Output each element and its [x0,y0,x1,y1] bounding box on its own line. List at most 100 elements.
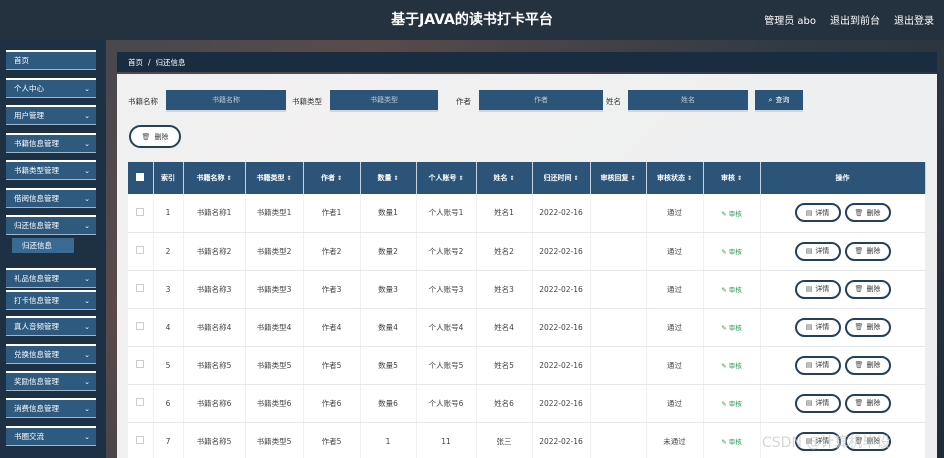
sidebar-item[interactable]: 真人音频管理 ⌄ [6,316,96,336]
sort-icon[interactable]: ⇕ [630,175,635,182]
header-return-time-label: 归还时间 [543,174,572,182]
sidebar-item[interactable]: 首页 [6,50,96,70]
header-return-time[interactable]: 归还时间 ⇕ [532,162,591,194]
table-row: 2 书籍名称2 书籍类型2 作者2 数量2 个人账号2 姓名2 2022-02-16 通过 ✎ 审… [128,232,926,271]
audit-link[interactable]: ✎ 审核 [721,286,742,294]
detail-button[interactable]: ▤ 详情 [794,355,841,375]
cell-author: 作者4 [303,308,361,347]
cell-audit: ✎ 审核 [703,384,761,423]
delete-button[interactable]: 🗑 删除 [844,393,891,413]
row-select-cell[interactable] [128,194,154,233]
sort-icon[interactable]: ⇕ [286,175,291,182]
name-input[interactable]: 姓名 [628,90,748,112]
header-quantity[interactable]: 数量 ⇕ [360,162,417,194]
sort-icon[interactable]: ⇕ [509,175,514,182]
row-select-cell[interactable] [128,232,154,271]
sidebar-item[interactable]: 书圈交流 ⌄ [6,426,96,446]
sort-icon[interactable]: ⇕ [737,175,742,182]
sort-icon[interactable]: ⇕ [393,175,398,182]
row-select-cell[interactable] [128,346,154,385]
breadcrumb-home[interactable]: 首页 [128,57,143,68]
sidebar-item[interactable]: 礼品信息管理 ⌄ [6,268,96,288]
cell-author: 作者5 [303,422,361,458]
sidebar-item[interactable]: 兑换信息管理 ⌄ [6,344,96,364]
current-user[interactable]: 管理员 abo [764,12,816,27]
sidebar-item[interactable]: 消费信息管理 ⌄ [6,398,96,418]
detail-button[interactable]: ▤ 详情 [794,317,841,337]
audit-link[interactable]: ✎ 审核 [721,400,742,408]
detail-button[interactable]: ▤ 详情 [794,241,841,261]
query-button[interactable]: ⌕ 查询 [755,90,803,112]
sort-icon[interactable]: ⇕ [573,175,578,182]
sort-icon[interactable]: ⇕ [226,175,231,182]
audit-link[interactable]: ✎ 审核 [721,438,742,446]
sidebar-item[interactable]: 奖励信息管理 ⌄ [6,371,96,391]
audit-link[interactable]: ✎ 审核 [721,362,742,370]
sidebar-item[interactable]: 用户管理 ⌄ [6,105,96,125]
cell-type: 书籍类型4 [245,308,304,347]
row-checkbox[interactable] [136,360,145,368]
header-audit-status[interactable]: 审核状态 ⇕ [646,162,704,194]
audit-link[interactable]: ✎ 审核 [721,210,742,218]
detail-icon: ▤ [805,361,813,369]
header-author[interactable]: 作者 ⇕ [303,162,361,194]
logout-link[interactable]: 退出登录 [894,12,934,27]
back-front-link[interactable]: 退出到前台 [830,12,880,27]
detail-button[interactable]: ▤ 详情 [794,279,841,299]
book-type-input[interactable]: 书籍类型 [330,90,438,112]
sidebar-item[interactable]: 书籍类型管理 ⌄ [6,160,96,180]
header-name[interactable]: 姓名 ⇕ [476,162,533,194]
cell-status: 通过 [646,384,704,423]
header-account[interactable]: 个人账号 ⇕ [416,162,477,194]
sidebar-item[interactable]: 个人中心 ⌄ [6,78,96,98]
cell-time: 2022-02-16 [532,194,591,233]
row-checkbox[interactable] [136,207,145,216]
select-all-checkbox[interactable] [136,173,145,181]
detail-button[interactable]: ▤ 详情 [794,203,841,223]
header-audit[interactable]: 审核 ⇕ [703,162,761,194]
delete-button[interactable]: 🗑 删除 [844,355,891,375]
cell-qty: 1 [360,422,417,458]
sidebar-item[interactable]: 打卡信息管理 ⌄ [6,290,96,310]
audit-link[interactable]: ✎ 审核 [721,324,742,332]
table-row: 5 书籍名称5 书籍类型5 作者5 数量5 个人账号5 姓名5 2022-02-16 通过 ✎ 审… [128,346,926,385]
row-checkbox[interactable] [136,436,145,444]
header-book-type[interactable]: 书籍类型 ⇕ [245,162,304,194]
cell-time: 2022-02-16 [532,384,591,423]
row-select-cell[interactable] [128,422,154,458]
table-row: 1 书籍名称1 书籍类型1 作者1 数量1 个人账号1 姓名1 2022-02-16 通过 ✎ 审… [128,194,926,233]
delete-button[interactable]: 🗑 删除 [844,279,891,299]
batch-delete-button[interactable]: 🗑 删除 [129,125,181,148]
sidebar-item-label: 兑换信息管理 [14,350,59,359]
sort-icon[interactable]: ⇕ [337,175,342,182]
row-select-cell[interactable] [128,308,154,347]
cell-name: 姓名3 [476,270,533,309]
author-input[interactable]: 作者 [479,90,603,112]
row-checkbox[interactable] [136,322,145,330]
row-checkbox[interactable] [136,246,145,254]
sidebar-subitem-return-info[interactable]: 归还信息 [12,238,74,253]
select-all-cell[interactable] [128,162,154,194]
cell-qty: 数量1 [360,194,417,233]
delete-button[interactable]: 🗑 删除 [844,241,891,261]
row-select-cell[interactable] [128,270,154,309]
book-name-input[interactable]: 书籍名称 [166,90,286,112]
header-book-name[interactable]: 书籍名称 ⇕ [183,162,246,194]
row-checkbox[interactable] [136,398,145,406]
sidebar-item[interactable]: 书籍信息管理 ⌄ [6,133,96,153]
chevron-down-icon: ⌄ [84,323,90,331]
delete-button[interactable]: 🗑 删除 [844,203,891,223]
cell-type: 书籍类型2 [245,232,304,271]
sort-icon[interactable]: ⇕ [458,175,463,182]
header-audit-reply[interactable]: 审核回复 ⇕ [590,162,647,194]
chevron-down-icon: ⌄ [84,405,90,413]
sidebar-item[interactable]: 归还信息管理 ⌄ [6,215,96,235]
row-select-cell[interactable] [128,384,154,423]
delete-button[interactable]: 🗑 删除 [844,317,891,337]
detail-button[interactable]: ▤ 详情 [794,393,841,413]
sidebar-item[interactable]: 借阅信息管理 ⌄ [6,188,96,208]
row-checkbox[interactable] [136,284,145,292]
header-audit-reply-label: 审核回复 [600,174,629,182]
sort-icon[interactable]: ⇕ [687,175,692,182]
audit-link[interactable]: ✎ 审核 [721,248,742,256]
